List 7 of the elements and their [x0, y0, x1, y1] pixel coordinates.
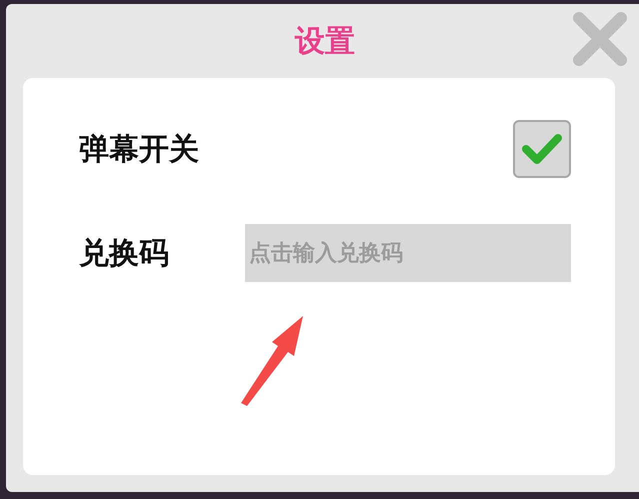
- setting-label: 兑换码: [79, 234, 170, 272]
- checkmark-icon: [520, 131, 564, 167]
- input-field[interactable]: 点击输入兑换码: [244, 224, 571, 282]
- close-icon[interactable]: [573, 12, 627, 66]
- setting-label: 弹幕开关: [79, 130, 200, 168]
- checkbox[interactable]: [513, 120, 571, 178]
- dialog-title: 设置: [295, 22, 355, 60]
